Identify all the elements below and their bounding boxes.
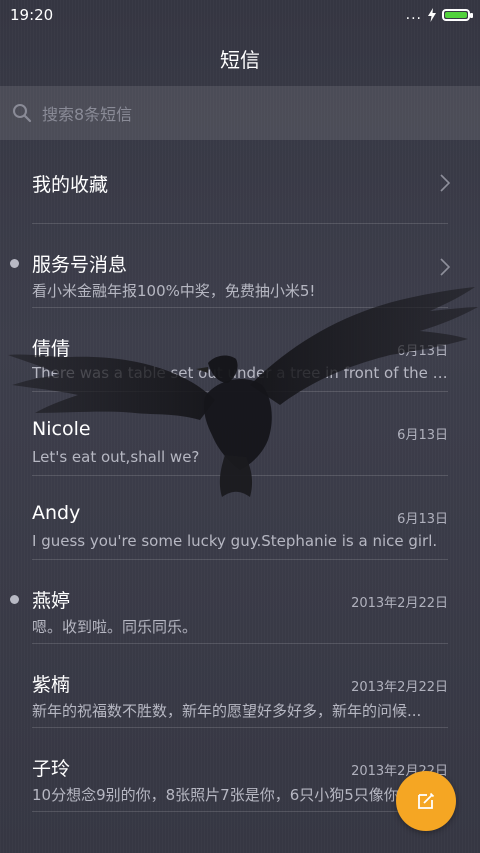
search-icon [13,104,32,123]
divider [32,811,448,812]
contact-name: 紫楠 [32,674,71,696]
message-date: 6月13日 [397,512,448,527]
message-preview: Let's eat out,shall we? [32,448,200,466]
status-time: 19:20 [10,6,54,24]
conversation-item[interactable]: Nicole 6月13日 Let's eat out,shall we? [0,392,480,476]
conversation-item[interactable]: 服务号消息看小米金融年报100%中奖，免费抽小米5! [0,224,480,308]
conversation-item[interactable]: Andy 6月13日 I guess you're some lucky guy.S… [0,476,480,560]
message-preview: 看小米金融年报100%中奖，免费抽小米5! [32,282,316,300]
message-preview: 嗯。收到啦。同乐同乐。 [32,618,198,636]
compose-button[interactable] [396,771,456,831]
signal-dots-icon: ... [405,7,422,23]
conversation-item[interactable]: 倩倩 6月13日 There was a table set out under a… [0,308,480,392]
message-preview: 新年的祝福数不胜数，新年的愿望好多好多，新年的问候... [32,702,422,720]
contact-name: 子玲 [32,758,71,780]
message-preview: There was a table set out under a tree i… [32,364,448,382]
chevron-right-icon [440,258,450,276]
chevron-right-icon [440,174,450,192]
conversation-items: 服务号消息看小米金融年报100%中奖，免费抽小米5! 倩倩 6月13日 There w… [0,224,480,812]
status-bar: 19:20 ... [0,0,480,30]
page-title: 短信 [220,47,260,72]
conversation-list: 我的收藏 服务号消息看小米金融年报100%中奖，免费抽小米5! 倩倩 6月13日 Th… [0,140,480,812]
unread-indicator [10,259,19,268]
contact-name: Nicole [32,418,91,440]
compose-icon [418,792,435,809]
favorites-item[interactable]: 我的收藏 [0,140,480,224]
contact-name: 燕婷 [32,590,71,612]
contact-name: Andy [32,502,81,524]
search-bar[interactable]: 搜索8条短信 [0,86,480,140]
battery-icon [442,9,473,21]
contact-name: 倩倩 [32,338,71,360]
favorites-label: 我的收藏 [32,174,109,196]
search-input[interactable]: 搜索8条短信 [42,101,132,125]
status-icons: ... [405,7,473,23]
message-date: 2013年2月22日 [351,680,448,695]
unread-indicator [10,595,19,604]
message-preview: 10分想念9别的你，8张照片7张是你，6只小狗5只像你... [32,786,414,804]
message-date: 6月13日 [397,344,448,359]
battery-level [445,12,467,18]
contact-name: 服务号消息 [32,254,128,276]
conversation-item[interactable]: 燕婷 2013年2月22日嗯。收到啦。同乐同乐。 [0,560,480,644]
conversation-item[interactable]: 紫楠 2013年2月22日新年的祝福数不胜数，新年的愿望好多好多，新年的问候... [0,644,480,728]
charging-bolt-icon [428,8,436,22]
message-date: 6月13日 [397,428,448,443]
message-date: 2013年2月22日 [351,596,448,611]
message-preview: I guess you're some lucky guy.Stephanie … [32,532,438,550]
